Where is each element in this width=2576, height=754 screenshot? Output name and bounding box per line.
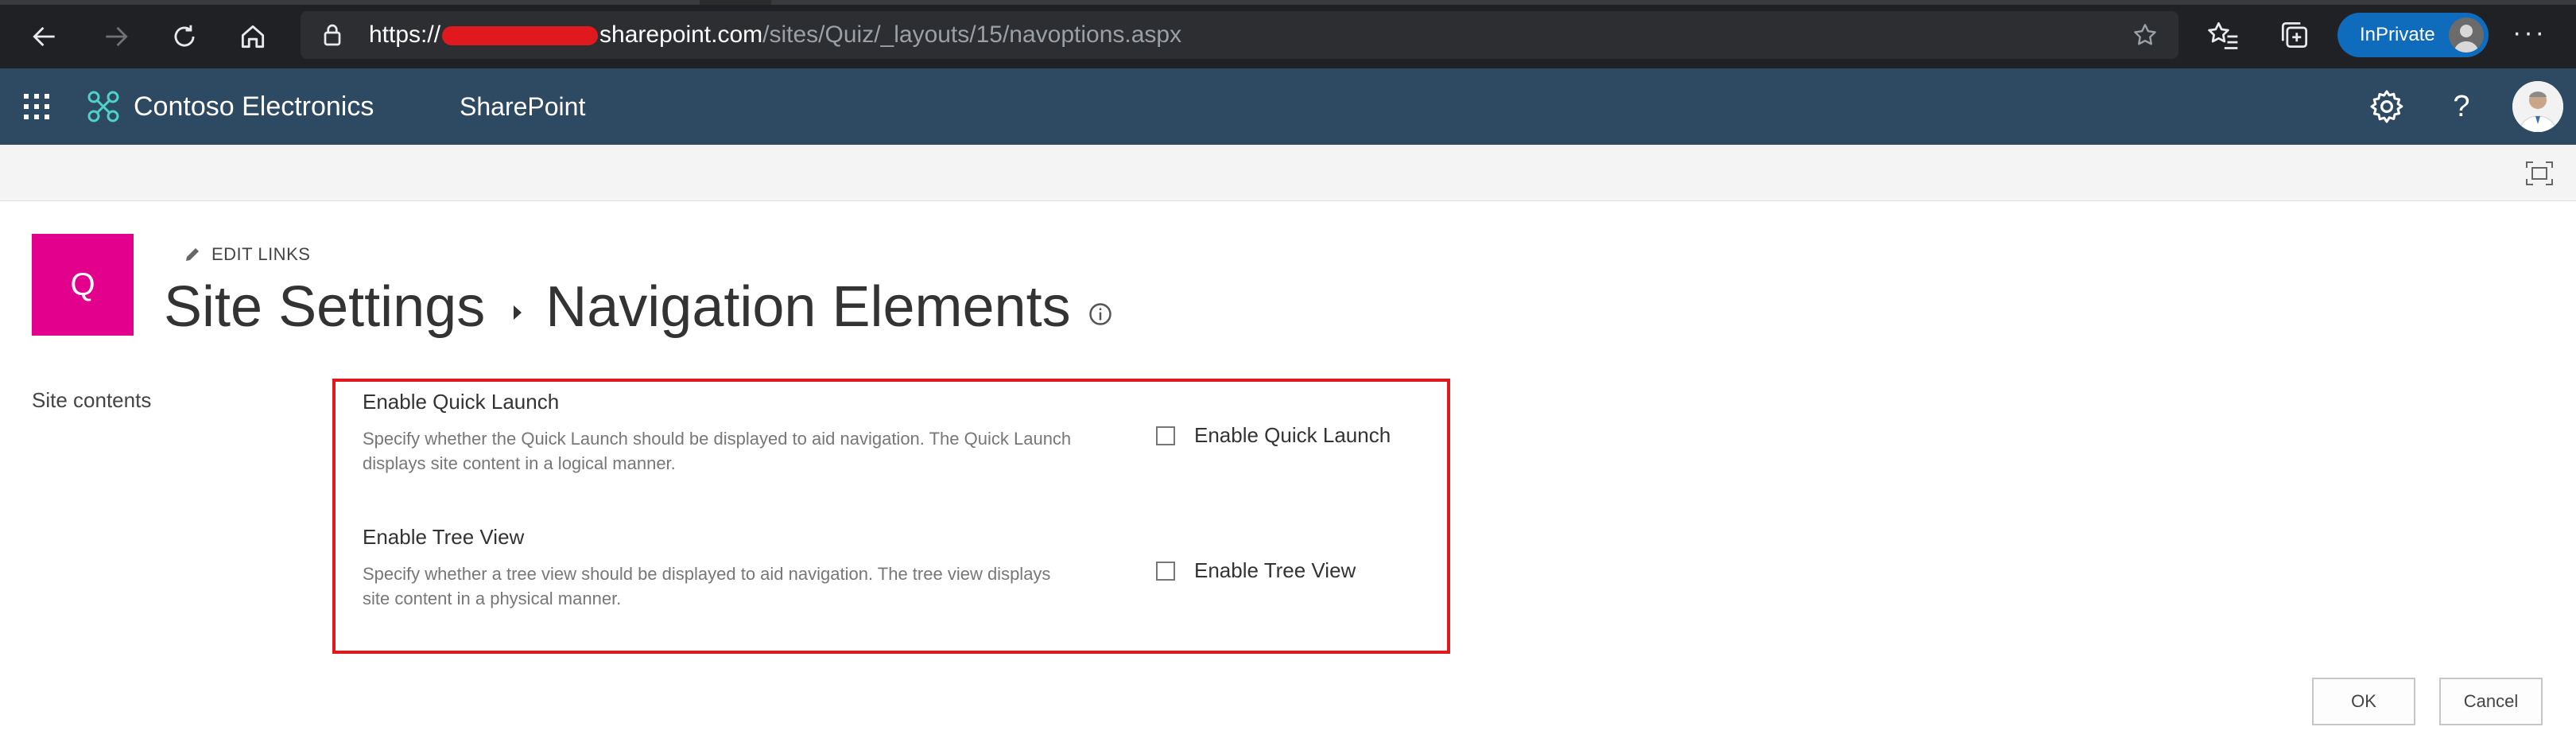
inprivate-badge[interactable]: InPrivate [2337, 13, 2489, 57]
back-button[interactable] [22, 14, 67, 59]
forward-arrow-icon [106, 26, 128, 47]
tree-view-description: Specify whether a tree view should be di… [363, 564, 1051, 608]
app-name[interactable]: SharePoint [460, 87, 585, 126]
quick-launch-option[interactable]: Enable Quick Launch [1156, 423, 1391, 448]
home-button[interactable] [231, 14, 275, 59]
home-icon [241, 25, 265, 49]
left-nav: Site contents [32, 388, 151, 413]
url-path: /sites/Quiz/_layouts/15/navoptions.aspx [762, 21, 1182, 48]
tab-strip [0, 0, 2576, 5]
refresh-icon [174, 25, 195, 47]
lock-icon [324, 24, 341, 46]
edit-links-button[interactable]: EDIT LINKS [183, 240, 310, 269]
pencil-icon [186, 248, 199, 261]
person-icon [2454, 25, 2479, 52]
quick-launch-checkbox[interactable] [1156, 426, 1175, 445]
refresh-button[interactable] [162, 14, 207, 59]
tree-view-checkbox[interactable] [1156, 561, 1175, 581]
app-launcher-icon[interactable] [22, 92, 51, 121]
site-logo[interactable]: Q [32, 234, 134, 336]
page-title: Site Settings Navigation Elements [164, 270, 1112, 344]
quick-launch-checkbox-label[interactable]: Enable Quick Launch [1194, 423, 1391, 448]
user-avatar[interactable] [2512, 81, 2563, 132]
address-bar[interactable]: https:// sharepoint.com/sites/Quiz/_layou… [301, 11, 2178, 59]
collections-icon[interactable] [2277, 17, 2312, 52]
focus-on-content-icon[interactable] [2525, 161, 2554, 186]
tree-view-checkbox-label[interactable]: Enable Tree View [1194, 558, 1356, 583]
back-arrow-icon [33, 26, 55, 47]
favorite-star-icon[interactable] [2131, 21, 2159, 49]
quick-launch-section-title: Enable Quick Launch [363, 390, 560, 414]
breadcrumb-separator-icon [514, 305, 522, 320]
profile-avatar [2449, 17, 2484, 52]
ribbon-bar [0, 145, 2576, 201]
browser-toolbar: https:// sharepoint.com/sites/Quiz/_layou… [0, 0, 2576, 68]
tree-view-option[interactable]: Enable Tree View [1156, 558, 1356, 583]
redaction-mark [442, 26, 599, 46]
settings-and-more-button[interactable]: ··· [2512, 17, 2547, 49]
ok-button[interactable]: OK [2312, 678, 2415, 725]
favorites-icon[interactable] [2206, 17, 2240, 52]
help-button[interactable]: ? [2442, 86, 2481, 127]
contoso-logo-icon [87, 91, 119, 122]
breadcrumb-site-settings[interactable]: Site Settings [164, 274, 485, 340]
quick-launch-description: Specify whether the Quick Launch should … [363, 429, 1072, 473]
navigation-settings-panel: Enable Quick Launch Specify whether the … [332, 379, 1450, 654]
edit-links-label: EDIT LINKS [211, 244, 311, 264]
info-icon[interactable] [1088, 302, 1112, 326]
url-text: https:// sharepoint.com/sites/Quiz/_layou… [369, 19, 1181, 51]
tree-view-section-title: Enable Tree View [363, 525, 525, 549]
nav-item-site-contents[interactable]: Site contents [32, 388, 151, 413]
url-host: sharepoint.com [599, 21, 763, 48]
person-photo-icon [2512, 81, 2563, 132]
suite-bar: Contoso Electronics SharePoint ? [0, 68, 2576, 145]
brand-name[interactable]: Contoso Electronics [134, 87, 374, 126]
tab-strip-segment [771, 0, 2576, 5]
gear-icon[interactable] [2368, 87, 2406, 126]
url-scheme: https:// [369, 21, 441, 48]
forward-button[interactable] [94, 14, 138, 59]
breadcrumb-current-page: Navigation Elements [545, 275, 1071, 339]
inprivate-label: InPrivate [2360, 24, 2435, 45]
tab-strip-segment [0, 0, 700, 5]
cancel-button[interactable]: Cancel [2439, 678, 2543, 725]
